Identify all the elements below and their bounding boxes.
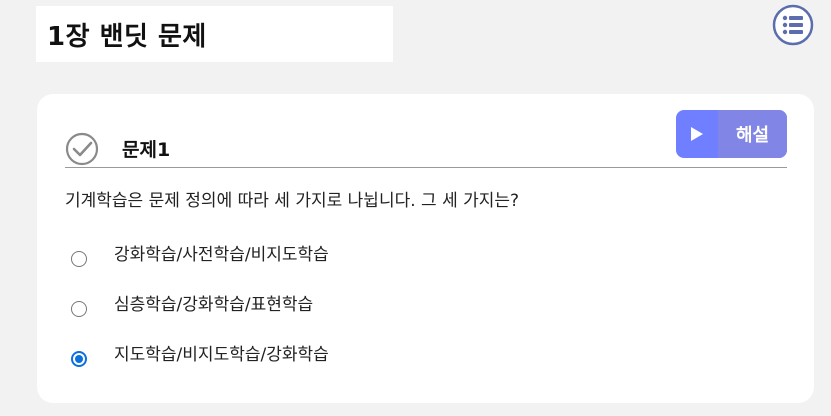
check-circle-icon [65,132,99,166]
list-menu-icon [772,4,814,46]
explain-button[interactable]: 해설 [676,110,787,158]
question-text: 기계학습은 문제 정의에 따라 세 가지로 나뉩니다. 그 세 가지는? [65,191,520,211]
explain-button-label: 해설 [718,110,787,158]
problem-header: 문제1 해설 [65,110,787,168]
answer-option-label[interactable]: 심층학습/강화학습/표현학습 [114,290,313,315]
page-title-box: 1장 밴딧 문제 [36,6,393,62]
answer-option-label[interactable]: 지도학습/비지도학습/강화학습 [114,340,329,365]
problem-label: 문제1 [122,139,171,161]
page-title: 1장 밴딧 문제 [47,21,207,52]
problem-card: 문제1 해설 기계학습은 문제 정의에 따라 세 가지로 나뉩니다. 그 세 가… [37,94,814,403]
answer-radio-2[interactable] [71,301,87,317]
list-menu-button[interactable] [772,4,814,46]
play-icon [691,127,703,141]
answer-option-label[interactable]: 강화학습/사전학습/비지도학습 [114,240,329,265]
answer-radio-3[interactable] [71,351,87,367]
answer-radio-1[interactable] [71,251,87,267]
explain-play-area [676,110,718,158]
